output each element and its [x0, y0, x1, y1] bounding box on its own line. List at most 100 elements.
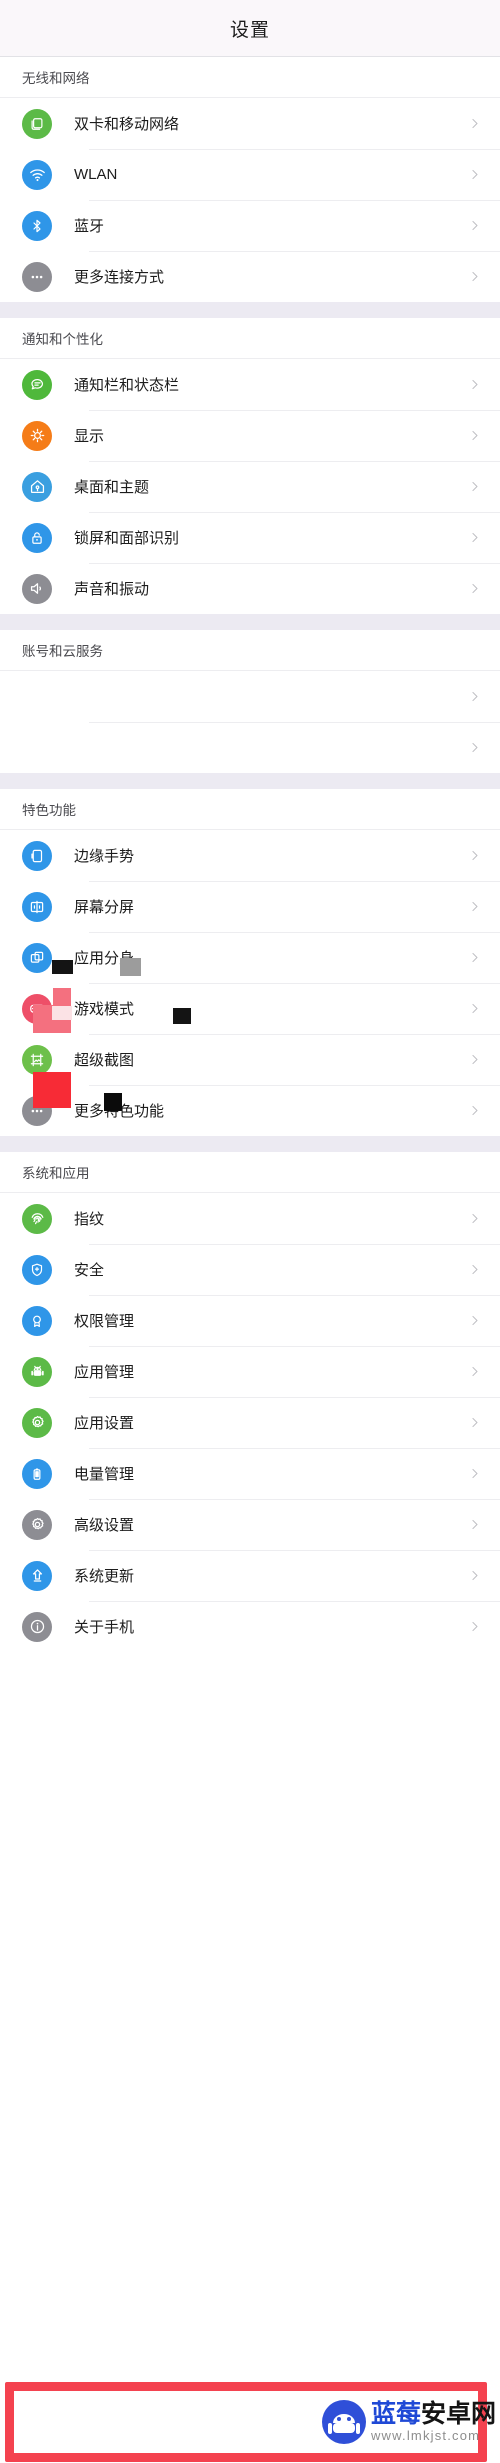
settings-row[interactable]: 声音和振动 — [0, 563, 500, 614]
page-title: 设置 — [229, 19, 270, 41]
chevron-right-icon — [467, 116, 482, 131]
settings-row[interactable]: 指纹 — [0, 1193, 500, 1244]
chevron-right-icon — [467, 581, 482, 596]
brightness-icon — [22, 420, 52, 451]
gear-green-icon — [22, 1407, 52, 1438]
speaker-icon — [22, 573, 52, 604]
chevron-right-icon — [467, 218, 482, 233]
chevron-right-icon — [467, 1313, 482, 1328]
settings-row-label: 更多连接方式 — [74, 269, 165, 286]
screenshot-icon — [22, 1044, 52, 1075]
section-rows-1: 通知栏和状态栏 显示 桌面和主题 锁屏和面部识别 声音和振动 — [0, 359, 500, 614]
settings-row[interactable]: 关于手机 — [0, 1601, 500, 1652]
settings-row-label: 应用设置 — [74, 1415, 135, 1432]
settings-row[interactable]: 蓝牙 — [0, 200, 500, 251]
settings-row-label: 声音和振动 — [74, 581, 150, 598]
settings-row[interactable]: 应用分身 — [0, 932, 500, 983]
settings-row-label: 显示 — [74, 428, 105, 445]
chevron-right-icon — [467, 1466, 482, 1481]
settings-row[interactable]: WLAN — [0, 149, 500, 200]
settings-row[interactable]: 应用设置 — [0, 1397, 500, 1448]
chevron-right-icon — [467, 269, 482, 284]
settings-row[interactable]: 安全 — [0, 1244, 500, 1295]
settings-row[interactable]: 应用管理 — [0, 1346, 500, 1397]
settings-row[interactable]: 边缘手势 — [0, 830, 500, 881]
edge-gesture-icon — [22, 840, 52, 871]
section-rows-3: 边缘手势 屏幕分屏 应用分身 游戏模式 超级截图 更多特色功能 — [0, 830, 500, 1136]
chat-bubble-icon — [22, 369, 52, 400]
section-header-4: 系统和应用 — [0, 1152, 500, 1193]
info-icon — [22, 1611, 52, 1642]
chevron-right-icon — [467, 428, 482, 443]
settings-list: 无线和网络 双卡和移动网络 WLAN 蓝牙 更多连接方式 通知和个性化 通知栏和… — [0, 57, 500, 1652]
settings-row-label: 通知栏和状态栏 — [74, 377, 180, 394]
section-divider — [0, 1136, 500, 1152]
settings-row-label: 锁屏和面部识别 — [74, 530, 180, 547]
title-bar: 设置 — [0, 0, 500, 57]
settings-row[interactable]: 更多特色功能 — [0, 1085, 500, 1136]
settings-row[interactable]: 高级设置 — [0, 1499, 500, 1550]
settings-row[interactable]: 屏幕分屏 — [0, 881, 500, 932]
section-title: 系统和应用 — [22, 1166, 90, 1181]
chevron-right-icon — [467, 530, 482, 545]
settings-row-label: 关于手机 — [74, 1619, 135, 1636]
settings-row[interactable]: 游戏模式 — [0, 983, 500, 1034]
section-header-1: 通知和个性化 — [0, 318, 500, 359]
settings-row[interactable]: 通知栏和状态栏 — [0, 359, 500, 410]
chevron-right-icon — [467, 1619, 482, 1634]
chevron-right-icon — [467, 1568, 482, 1583]
chevron-right-icon — [467, 848, 482, 863]
glitch-block — [52, 1006, 72, 1020]
settings-row[interactable]: 电量管理 — [0, 1448, 500, 1499]
settings-row[interactable]: 超级截图 — [0, 1034, 500, 1085]
section-title: 特色功能 — [22, 803, 76, 818]
settings-row[interactable]: 更多连接方式 — [0, 251, 500, 302]
settings-row[interactable]: 双卡和移动网络 — [0, 98, 500, 149]
chevron-right-icon — [467, 1517, 482, 1532]
settings-row-label: 系统更新 — [74, 1568, 135, 1585]
settings-row-label: 桌面和主题 — [74, 479, 150, 496]
chevron-right-icon — [467, 377, 482, 392]
upload-arrow-icon — [22, 1560, 52, 1591]
fingerprint-icon — [22, 1203, 52, 1234]
glitch-block — [120, 958, 141, 976]
settings-row-label: WLAN — [74, 166, 118, 183]
glitch-block — [173, 1008, 191, 1024]
settings-row[interactable]: 权限管理 — [0, 1295, 500, 1346]
battery-icon — [22, 1458, 52, 1489]
section-title: 账号和云服务 — [22, 644, 103, 659]
settings-row-label: 高级设置 — [74, 1517, 135, 1534]
lock-icon — [22, 522, 52, 553]
chevron-right-icon — [467, 1262, 482, 1277]
chevron-right-icon — [467, 1211, 482, 1226]
chevron-right-icon — [467, 1001, 482, 1016]
settings-row[interactable]: 系统更新 — [0, 1550, 500, 1601]
bluetooth-icon — [22, 210, 52, 241]
settings-row-label: 更多特色功能 — [74, 1103, 165, 1120]
home-icon — [22, 471, 52, 502]
chevron-right-icon — [467, 479, 482, 494]
chevron-right-icon — [467, 689, 482, 704]
settings-screen: 设置 无线和网络 双卡和移动网络 WLAN 蓝牙 更多连接方式 通知和个性化 通… — [0, 0, 500, 2463]
settings-row[interactable]: 显示 — [0, 410, 500, 461]
settings-row[interactable] — [0, 671, 500, 722]
settings-row-label: 游戏模式 — [74, 1001, 135, 1018]
glitch-block — [104, 1093, 122, 1111]
glitch-block — [52, 960, 73, 974]
settings-row[interactable]: 桌面和主题 — [0, 461, 500, 512]
section-header-2: 账号和云服务 — [0, 630, 500, 671]
watermark-brand-black: 安卓网 — [420, 2400, 496, 2428]
settings-row[interactable]: 锁屏和面部识别 — [0, 512, 500, 563]
section-divider — [0, 302, 500, 318]
watermark-brand: 蓝莓安卓网 — [371, 2402, 496, 2427]
settings-row[interactable] — [0, 722, 500, 773]
section-divider — [0, 773, 500, 789]
sim-card-icon — [22, 108, 52, 139]
gear-grey-icon — [22, 1509, 52, 1540]
chevron-right-icon — [467, 740, 482, 755]
settings-row-label: 电量管理 — [74, 1466, 135, 1483]
glitch-block — [33, 1072, 71, 1108]
settings-row-label: 双卡和移动网络 — [74, 116, 180, 133]
section-divider — [0, 614, 500, 630]
settings-row-label: 权限管理 — [74, 1313, 135, 1330]
